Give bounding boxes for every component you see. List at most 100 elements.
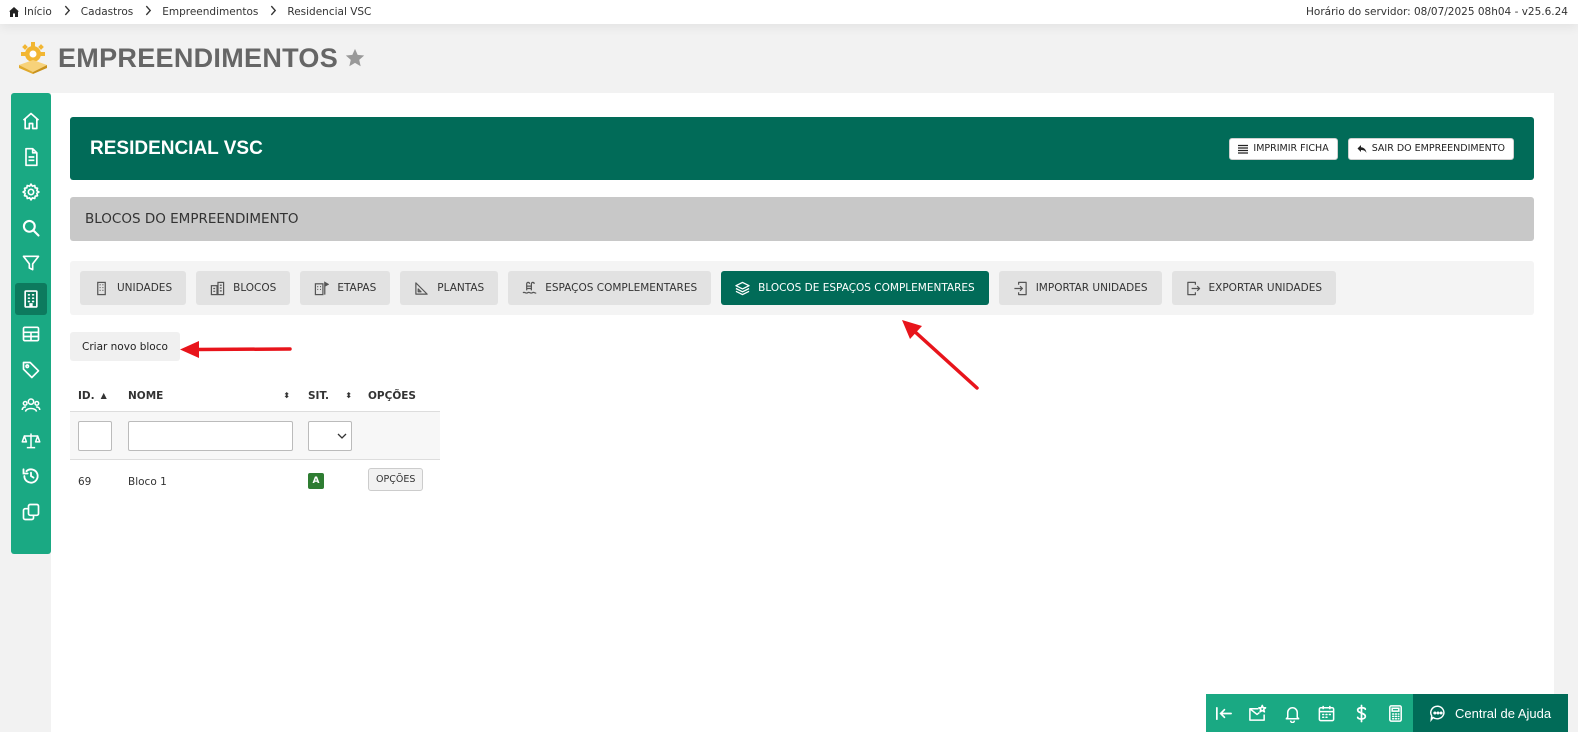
home-icon bbox=[8, 6, 20, 18]
tab-label: IMPORTAR UNIDADES bbox=[1035, 282, 1148, 294]
name-filter-input[interactable] bbox=[128, 420, 293, 451]
tab-label: ETAPAS bbox=[337, 282, 377, 294]
building-flag-icon bbox=[315, 280, 330, 295]
tab-plantas[interactable]: PLANTAS bbox=[400, 271, 499, 305]
tab-label: BLOCOS bbox=[233, 282, 277, 294]
collapse-button[interactable] bbox=[1206, 694, 1241, 732]
banner-actions: IMPRIMIR FICHA SAIR DO EMPREENDIMENTO bbox=[1229, 137, 1514, 160]
tab-blocos[interactable]: BLOCOS bbox=[196, 271, 291, 305]
triangle-ruler-icon bbox=[415, 281, 428, 295]
dollar-icon bbox=[1356, 704, 1366, 722]
filter-icon bbox=[22, 255, 40, 271]
chevron-right-icon bbox=[145, 5, 152, 19]
import-icon bbox=[1014, 281, 1027, 295]
sort-icon: ⬍ bbox=[283, 391, 290, 400]
column-header-label: OPÇÕES bbox=[368, 389, 416, 402]
sidebar-item-empreendimentos[interactable] bbox=[15, 282, 47, 315]
financial-button[interactable] bbox=[1344, 694, 1379, 732]
row-options-button[interactable]: OPÇÕES bbox=[368, 468, 424, 491]
tab-label: EXPORTAR UNIDADES bbox=[1208, 282, 1322, 294]
calculator-button[interactable] bbox=[1379, 694, 1414, 732]
sort-asc-icon: ▲ bbox=[100, 391, 107, 400]
list-icon bbox=[1238, 144, 1249, 154]
tab-espacos-complementares[interactable]: ESPAÇOS COMPLEMENTARES bbox=[508, 271, 712, 305]
document-icon bbox=[25, 147, 38, 166]
top-bar: Início Cadastros Empreendimentos Residen… bbox=[0, 0, 1578, 24]
column-nome[interactable]: NOME ⬍ bbox=[120, 390, 300, 402]
pool-icon bbox=[522, 281, 537, 294]
sidebar-item-settings[interactable] bbox=[15, 176, 47, 208]
chevron-right-icon bbox=[64, 5, 71, 19]
column-sit[interactable]: SIT. ⬍ bbox=[300, 390, 360, 402]
tab-importar-unidades[interactable]: IMPORTAR UNIDADES bbox=[998, 271, 1162, 305]
mail-star-icon bbox=[1249, 704, 1267, 721]
breadcrumb-empreendimentos[interactable]: Empreendimentos bbox=[162, 6, 258, 18]
section-title: BLOCOS DO EMPREENDIMENTO bbox=[70, 197, 1534, 241]
sidebar-item-history[interactable] bbox=[15, 460, 47, 492]
column-id[interactable]: ID. ▲ bbox=[70, 390, 120, 402]
building-icon bbox=[97, 281, 106, 295]
project-title: RESIDENCIAL VSC bbox=[90, 137, 263, 159]
cell-id: 69 bbox=[78, 476, 92, 488]
gear-icon bbox=[22, 183, 40, 201]
id-filter-input[interactable] bbox=[78, 420, 112, 451]
notifications-button[interactable] bbox=[1275, 694, 1310, 732]
create-block-button[interactable]: Criar novo bloco bbox=[70, 332, 180, 361]
page-header: EMPREENDIMENTOS bbox=[16, 40, 366, 76]
print-sheet-button[interactable]: IMPRIMIR FICHA bbox=[1229, 137, 1338, 160]
chat-bubble-icon bbox=[1430, 705, 1445, 722]
tab-exportar-unidades[interactable]: EXPORTAR UNIDADES bbox=[1171, 271, 1336, 305]
sidebar-item-users[interactable] bbox=[15, 389, 47, 421]
status-filter-select[interactable] bbox=[308, 420, 352, 451]
collapse-left-icon bbox=[1215, 706, 1232, 720]
help-center-button[interactable]: Central de Ajuda bbox=[1413, 694, 1568, 732]
filter-cell bbox=[120, 420, 300, 451]
cell-sit: A bbox=[300, 473, 360, 489]
tab-etapas[interactable]: ETAPAS bbox=[300, 271, 391, 305]
breadcrumb-current: Residencial VSC bbox=[287, 6, 371, 18]
filter-cell bbox=[70, 420, 120, 451]
sort-icon: ⬍ bbox=[345, 391, 352, 400]
mail-favorites-button[interactable] bbox=[1241, 694, 1276, 732]
tabs: UNIDADES BLOCOS ETAPAS PLANTAS ESPAÇOS C… bbox=[70, 261, 1534, 315]
tab-label: PLANTAS bbox=[437, 282, 485, 294]
history-icon bbox=[22, 468, 39, 484]
blocks-table: ID. ▲ NOME ⬍ SIT. ⬍ OPÇÕES 69 Bloco 1 A … bbox=[70, 380, 440, 504]
breadcrumb-cadastros[interactable]: Cadastros bbox=[81, 6, 133, 18]
sidebar-item-filter[interactable] bbox=[15, 247, 47, 279]
copy-icon bbox=[22, 503, 40, 520]
sidebar-item-legal[interactable] bbox=[15, 425, 47, 457]
reply-icon bbox=[1357, 144, 1367, 153]
server-info: Horário do servidor: 08/07/2025 08h04 - … bbox=[1306, 6, 1568, 18]
table-row: 69 Bloco 1 A OPÇÕES bbox=[70, 460, 440, 504]
breadcrumb-label: Início bbox=[24, 6, 52, 18]
exit-project-button[interactable]: SAIR DO EMPREENDIMENTO bbox=[1347, 137, 1514, 160]
main-content: RESIDENCIAL VSC IMPRIMIR FICHA SAIR DO E… bbox=[51, 93, 1554, 732]
sidebar-item-tags[interactable] bbox=[15, 354, 47, 386]
column-opcoes: OPÇÕES bbox=[360, 390, 440, 402]
column-header-label: SIT. bbox=[308, 389, 330, 402]
sidebar-item-search[interactable] bbox=[15, 212, 47, 244]
gear-building-icon bbox=[19, 42, 47, 74]
calendar-button[interactable] bbox=[1310, 694, 1345, 732]
export-icon bbox=[1186, 281, 1200, 295]
sidebar-item-documents[interactable] bbox=[15, 141, 47, 173]
status-badge: A bbox=[308, 473, 324, 489]
building-icon bbox=[24, 289, 38, 308]
bell-icon bbox=[1285, 706, 1300, 723]
chevron-down-icon bbox=[337, 433, 347, 439]
sidebar-item-home[interactable] bbox=[15, 105, 47, 137]
sidebar-item-copy[interactable] bbox=[15, 496, 47, 528]
breadcrumb-home[interactable]: Início bbox=[8, 6, 52, 18]
tab-unidades[interactable]: UNIDADES bbox=[80, 271, 187, 305]
column-header-label: ID. bbox=[78, 389, 95, 402]
calendar-icon bbox=[1318, 705, 1335, 721]
table-header: ID. ▲ NOME ⬍ SIT. ⬍ OPÇÕES bbox=[70, 380, 440, 412]
tab-blocos-espacos-complementares[interactable]: BLOCOS DE ESPAÇOS COMPLEMENTARES bbox=[721, 271, 989, 305]
tag-icon bbox=[22, 361, 40, 378]
sidebar-item-tables[interactable] bbox=[15, 318, 47, 350]
tab-label: UNIDADES bbox=[117, 282, 173, 294]
cell-opcoes: OPÇÕES bbox=[360, 468, 440, 491]
cell-nome: Bloco 1 bbox=[128, 476, 167, 488]
star-icon[interactable] bbox=[344, 47, 366, 69]
